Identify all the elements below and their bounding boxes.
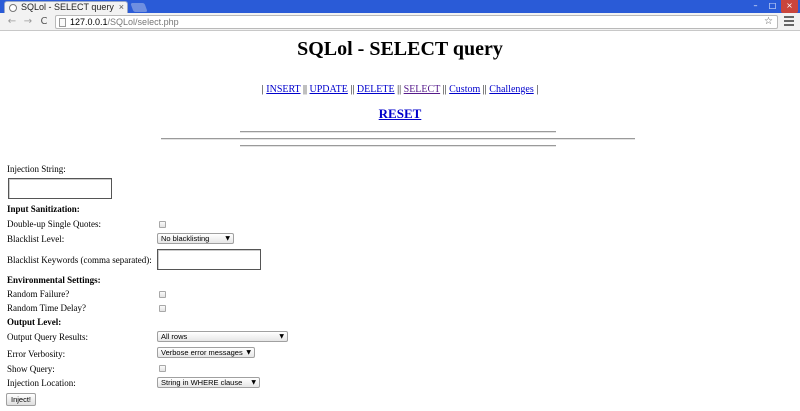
menu-icon[interactable] (784, 16, 794, 26)
nav-link-update[interactable]: UPDATE (310, 84, 348, 95)
injection-string-input[interactable] (8, 178, 112, 199)
blacklist-level-label: Blacklist Level: (7, 234, 65, 244)
url-path: /SQLol/select.php (107, 17, 179, 27)
browser-titlebar: SQLol - SELECT query × – □ × (0, 0, 800, 14)
nav-separator: || (350, 84, 355, 95)
inject-button[interactable]: Inject! (6, 393, 36, 406)
injection-location-label: Injection Location: (7, 378, 76, 388)
random-time-delay-checkbox[interactable] (159, 305, 166, 312)
output-level-heading: Output Level: (7, 317, 62, 327)
random-failure-checkbox[interactable] (159, 291, 166, 298)
tab-title: SQLol - SELECT query (21, 2, 114, 12)
address-bar[interactable]: 127.0.0.1/SQLol/select.php ☆ (55, 15, 778, 29)
favicon-icon (9, 4, 17, 12)
reload-icon[interactable]: C (37, 15, 51, 28)
nav-separator: | (261, 84, 264, 95)
nav-link-delete[interactable]: DELETE (357, 84, 395, 95)
blacklist-keywords-label: Blacklist Keywords (comma separated): (7, 255, 152, 265)
divider (161, 138, 635, 140)
nav-link-select[interactable]: SELECT (404, 84, 440, 95)
injection-location-value: String in WHERE clause (161, 378, 243, 387)
input-sanitization-heading: Input Sanitization: (7, 204, 80, 214)
new-tab-button[interactable] (130, 3, 148, 12)
chevron-down-icon: ▼ (225, 235, 230, 242)
tab-close-icon[interactable]: × (119, 2, 124, 13)
nav-separator: || (442, 84, 447, 95)
blacklist-level-select[interactable]: No blacklisting ▼ (157, 233, 234, 244)
chevron-down-icon: ▼ (251, 379, 256, 386)
double-up-quotes-label: Double-up Single Quotes: (7, 219, 101, 229)
bookmark-star-icon[interactable]: ☆ (764, 16, 773, 28)
nav-separator: || (482, 84, 487, 95)
show-query-checkbox[interactable] (159, 365, 166, 372)
environmental-settings-heading: Environmental Settings: (7, 275, 101, 285)
page-title: SQLol - SELECT query (297, 38, 503, 60)
url-host: 127.0.0.1 (70, 17, 108, 27)
random-failure-label: Random Failure? (7, 289, 70, 299)
error-verbosity-label: Error Verbosity: (7, 349, 66, 359)
blacklist-level-value: No blacklisting (161, 234, 210, 243)
random-time-delay-label: Random Time Delay? (7, 303, 86, 313)
nav-link-custom[interactable]: Custom (449, 84, 480, 95)
divider (240, 131, 556, 133)
output-query-results-select[interactable]: All rows ▼ (157, 331, 288, 342)
error-verbosity-select[interactable]: Verbose error messages ▼ (157, 347, 255, 358)
window-close-icon[interactable]: × (781, 0, 798, 13)
browser-toolbar: ← → C 127.0.0.1/SQLol/select.php ☆ (0, 13, 800, 31)
nav-link-insert[interactable]: INSERT (266, 84, 300, 95)
injection-location-select[interactable]: String in WHERE clause ▼ (157, 377, 260, 388)
page-icon (59, 18, 66, 27)
reset-section: RESET (0, 106, 800, 122)
nav-separator: || (302, 84, 307, 95)
nav-link-challenges[interactable]: Challenges (489, 84, 533, 95)
minimize-icon[interactable]: – (747, 0, 764, 13)
chevron-down-icon: ▼ (246, 349, 251, 356)
injection-string-label: Injection String: (7, 164, 66, 174)
blacklist-keywords-input[interactable] (157, 249, 261, 270)
nav-separator: || (397, 84, 402, 95)
maximize-icon[interactable]: □ (764, 0, 781, 13)
divider (240, 145, 556, 147)
back-arrow-icon[interactable]: ← (5, 15, 19, 28)
forward-arrow-icon[interactable]: → (21, 15, 35, 28)
double-up-quotes-checkbox[interactable] (159, 221, 166, 228)
error-verbosity-value: Verbose error messages (161, 348, 243, 357)
top-navigation: | INSERT || UPDATE || DELETE || SELECT |… (0, 84, 800, 95)
show-query-label: Show Query: (7, 364, 55, 374)
reset-link[interactable]: RESET (379, 106, 422, 121)
chevron-down-icon: ▼ (279, 333, 284, 340)
output-query-results-label: Output Query Results: (7, 332, 88, 342)
output-query-results-value: All rows (161, 332, 188, 341)
window-controls: – □ × (747, 0, 798, 13)
nav-separator: | (536, 84, 539, 95)
